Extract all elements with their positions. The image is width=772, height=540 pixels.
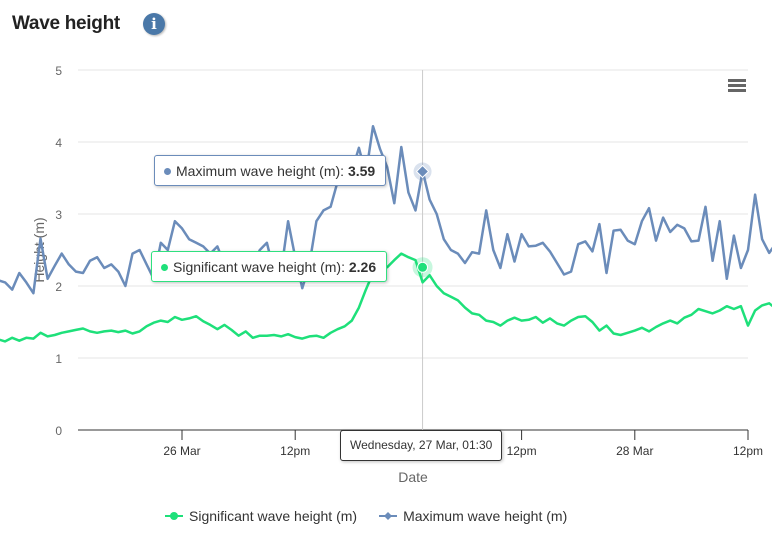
hover-marker-significant (417, 261, 429, 273)
legend: Significant wave height (m) Maximum wave… (165, 508, 567, 524)
legend-item-significant[interactable]: Significant wave height (m) (165, 508, 357, 524)
legend-item-maximum[interactable]: Maximum wave height (m) (379, 508, 567, 524)
y-tick-label: 2 (55, 280, 62, 294)
hamburger-menu-icon[interactable] (728, 79, 746, 93)
legend-label: Maximum wave height (m) (403, 508, 568, 524)
x-tick-label: 12pm (280, 444, 310, 458)
legend-line-marker-icon (379, 512, 398, 520)
x-tick-label: 26 Mar (163, 444, 200, 458)
tooltip-max-value: 3.59 (347, 163, 376, 179)
y-tick-label: 3 (55, 208, 62, 222)
legend-line-marker-icon (165, 512, 183, 520)
series-dot-icon (161, 264, 168, 271)
y-tick-label: 0 (55, 424, 62, 438)
tooltip-sig-value: 2.26 (348, 259, 377, 275)
legend-label: Significant wave height (m) (189, 508, 358, 524)
x-tick-label: 28 Mar (616, 444, 653, 458)
x-tick-label: 12pm (507, 444, 537, 458)
y-tick-label: 4 (55, 136, 62, 150)
series-dot-icon (164, 168, 171, 175)
tooltip-max-label: Maximum wave height (m) (176, 163, 341, 179)
x-tick-label: 12pm (733, 444, 763, 458)
y-tick-label: 1 (55, 352, 62, 366)
tooltip-sig-label: Significant wave height (m) (173, 259, 342, 275)
y-tick-label: 5 (55, 64, 62, 78)
tooltip-significant: Significant wave height (m): 2.26 (151, 251, 388, 282)
tooltip-date: Wednesday, 27 Mar, 01:30 (340, 430, 503, 461)
x-axis-title: Date (398, 469, 428, 485)
tooltip-maximum: Maximum wave height (m): 3.59 (154, 155, 387, 186)
